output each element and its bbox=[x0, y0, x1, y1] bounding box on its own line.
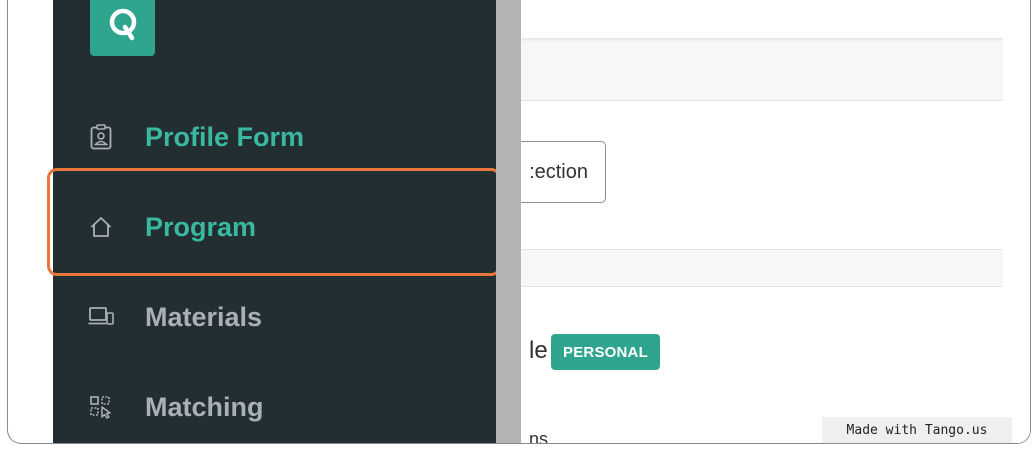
match-grid-icon bbox=[88, 394, 114, 420]
program-highlight-outline bbox=[47, 168, 501, 276]
section-card: :ection bbox=[501, 100, 1003, 250]
right-margin bbox=[1003, 0, 1030, 443]
profile-title-partial: le bbox=[529, 337, 548, 364]
id-badge-icon bbox=[88, 124, 114, 150]
sidebar-item-label: Profile Form bbox=[145, 121, 305, 152]
sidebar: Profile Form Program Materials Matching bbox=[47, 0, 501, 443]
sidebar-item-label: Materials bbox=[145, 301, 263, 332]
personal-badge: PERSONAL bbox=[551, 334, 660, 370]
sidebar-item-matching[interactable]: Matching bbox=[53, 377, 496, 437]
sidebar-item-materials[interactable]: Materials bbox=[53, 287, 496, 347]
top-band bbox=[521, 0, 1003, 38]
q-logo-icon[interactable] bbox=[90, 0, 155, 56]
tango-watermark: Made with Tango.us bbox=[822, 417, 1012, 443]
app-frame: :ection le PERSONAL ns Made with Tango.u… bbox=[7, 0, 1031, 444]
devices-icon bbox=[88, 304, 114, 330]
sidebar-item-profile-form[interactable]: Profile Form bbox=[53, 107, 496, 167]
main-content: :ection le PERSONAL ns bbox=[501, 0, 1030, 443]
sidebar-item-label: Matching bbox=[145, 391, 264, 422]
partial-link[interactable]: ns bbox=[529, 429, 548, 443]
sidebar-scrollbar[interactable] bbox=[496, 0, 521, 443]
